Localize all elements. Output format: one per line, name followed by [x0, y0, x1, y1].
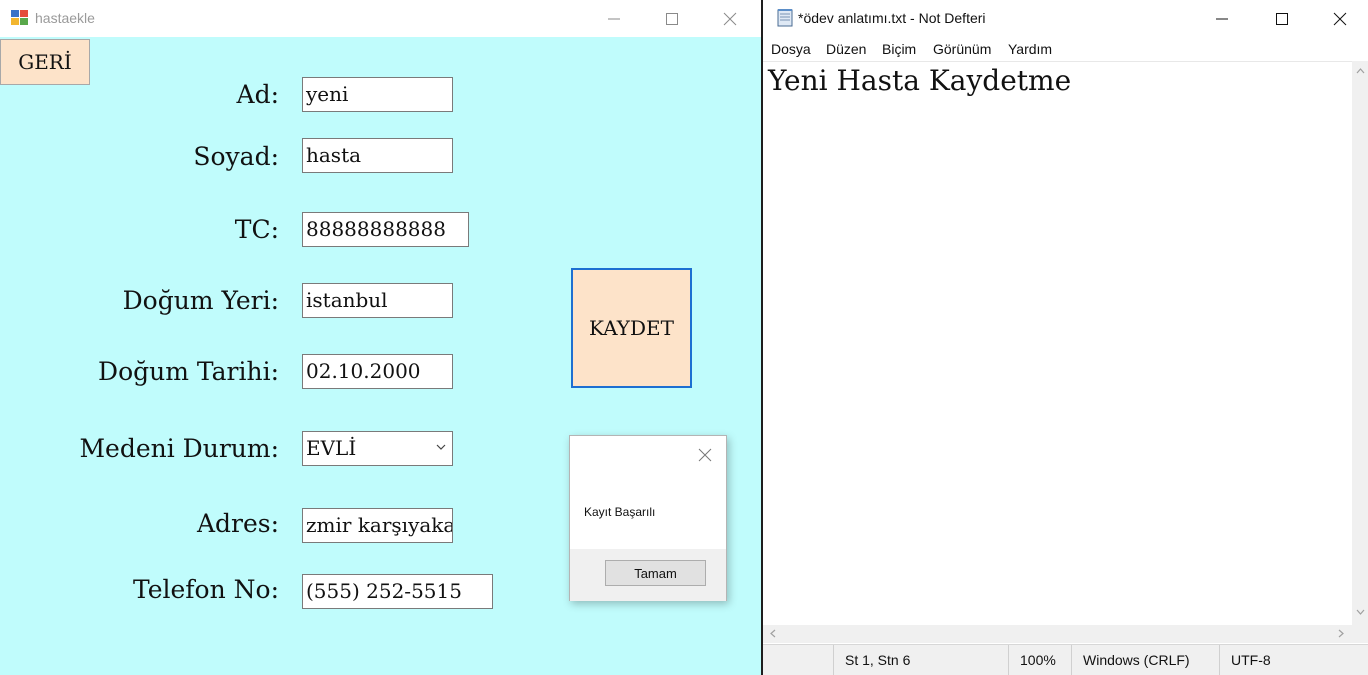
chevron-left-icon[interactable] [770, 629, 776, 638]
minimize-button[interactable] [585, 0, 643, 37]
window-title: *ödev anlatımı.txt - Not Defteri [798, 10, 986, 26]
close-icon [1333, 12, 1347, 26]
medeni-durum-select[interactable]: EVLİ [302, 431, 453, 466]
close-button[interactable] [701, 0, 759, 37]
encoding: UTF-8 [1219, 645, 1368, 675]
hastaekle-window: hastaekle GERİ Ad: yeni Soyad: hasta TC:… [0, 0, 761, 675]
scrollbar-corner [1352, 625, 1368, 643]
back-button[interactable]: GERİ [0, 39, 90, 85]
ok-button[interactable]: Tamam [605, 560, 706, 586]
menu-dosya[interactable]: Dosya [771, 41, 811, 57]
app-icon [11, 10, 28, 25]
soyad-input[interactable]: hasta [302, 138, 453, 173]
text-editor[interactable]: Yeni Hasta Kaydetme [763, 61, 1352, 625]
chevron-up-icon[interactable] [1356, 68, 1365, 74]
line-ending: Windows (CRLF) [1071, 645, 1219, 675]
status-bar: St 1, Stn 6 100% Windows (CRLF) UTF-8 [763, 644, 1368, 675]
editor-content: Yeni Hasta Kaydetme [768, 64, 1072, 97]
zoom-level: 100% [1008, 645, 1071, 675]
medeni-durum-label: Medeni Durum: [79, 434, 279, 463]
close-icon[interactable] [698, 448, 712, 462]
title-bar[interactable]: hastaekle [0, 0, 761, 37]
maximize-button[interactable] [1253, 0, 1311, 37]
title-bar[interactable]: *ödev anlatımı.txt - Not Defteri [763, 0, 1368, 37]
vertical-scrollbar[interactable] [1352, 61, 1368, 625]
menu-yardim[interactable]: Yardım [1008, 41, 1052, 57]
maximize-icon [666, 13, 678, 25]
message-box: Kayıt Başarılı Tamam [569, 435, 727, 601]
telefon-input[interactable]: (555) 252-5515 [302, 574, 493, 609]
chevron-down-icon [436, 444, 446, 450]
menu-bar: Dosya Düzen Biçim Görünüm Yardım [763, 37, 1368, 61]
chevron-right-icon[interactable] [1338, 629, 1344, 638]
window-title: hastaekle [35, 10, 95, 26]
notepad-icon [777, 9, 793, 27]
menu-gorunum[interactable]: Görünüm [933, 41, 991, 57]
dogum-tarihi-label: Doğum Tarihi: [98, 357, 279, 386]
soyad-label: Soyad: [193, 142, 279, 171]
ad-label: Ad: [236, 80, 279, 109]
maximize-button[interactable] [643, 0, 701, 37]
close-button[interactable] [1311, 0, 1368, 37]
minimize-icon [608, 18, 620, 20]
message-footer: Tamam [570, 549, 726, 601]
adres-input[interactable]: zmir karşıyaka [302, 508, 453, 543]
minimize-icon [1216, 18, 1228, 20]
ad-input[interactable]: yeni [302, 77, 453, 112]
adres-label: Adres: [196, 509, 279, 538]
telefon-label: Telefon No: [132, 575, 279, 604]
tc-input[interactable]: 88888888888 [302, 212, 469, 247]
dogum-yeri-label: Doğum Yeri: [122, 286, 279, 315]
dogum-tarihi-input[interactable]: 02.10.2000 [302, 354, 453, 389]
cursor-position: St 1, Stn 6 [833, 645, 1008, 675]
close-icon [723, 12, 737, 26]
message-text: Kayıt Başarılı [584, 505, 656, 519]
menu-duzen[interactable]: Düzen [826, 41, 866, 57]
menu-bicim[interactable]: Biçim [882, 41, 916, 57]
horizontal-scrollbar[interactable] [763, 625, 1352, 643]
dogum-yeri-input[interactable]: istanbul [302, 283, 453, 318]
minimize-button[interactable] [1193, 0, 1251, 37]
maximize-icon [1276, 13, 1288, 25]
notepad-window: *ödev anlatımı.txt - Not Defteri Dosya D… [761, 0, 1368, 675]
tc-label: TC: [234, 215, 279, 244]
medeni-durum-value: EVLİ [306, 436, 357, 460]
save-button[interactable]: KAYDET [571, 268, 692, 388]
chevron-down-icon[interactable] [1356, 609, 1365, 615]
